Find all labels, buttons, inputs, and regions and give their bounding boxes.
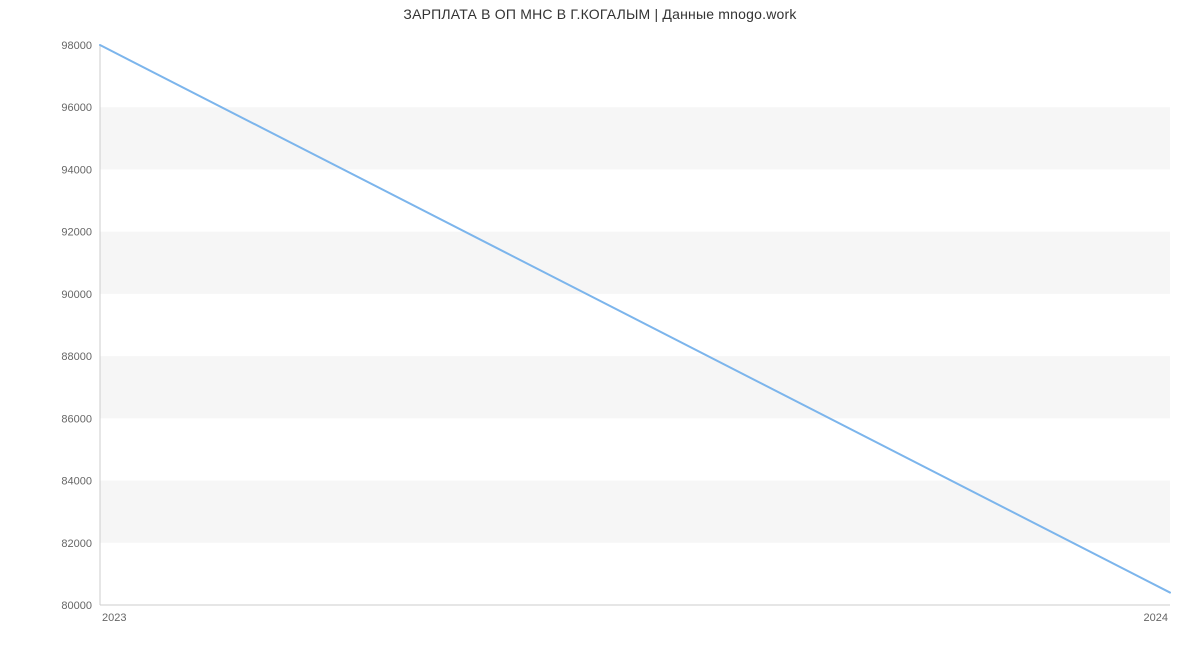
y-tick-label: 92000 (61, 227, 92, 239)
y-tick-label: 98000 (61, 40, 92, 52)
x-tick-label: 2024 (1144, 612, 1168, 624)
grid-band (100, 107, 1170, 169)
y-tick-label: 96000 (61, 102, 92, 114)
chart-container: ЗАРПЛАТА В ОП МНС В Г.КОГАЛЫМ | Данные m… (0, 0, 1200, 650)
y-tick-label: 88000 (61, 351, 92, 363)
grid-band (100, 356, 1170, 418)
y-tick-label: 84000 (61, 476, 92, 488)
y-tick-label: 82000 (61, 538, 92, 550)
grid-band (100, 232, 1170, 294)
grid-band (100, 481, 1170, 543)
y-tick-label: 94000 (61, 164, 92, 176)
plot-area: 8000082000840008600088000900009200094000… (100, 45, 1170, 605)
y-tick-label: 86000 (61, 413, 92, 425)
y-tick-label: 80000 (61, 600, 92, 612)
chart-svg: 8000082000840008600088000900009200094000… (100, 45, 1170, 631)
y-tick-label: 90000 (61, 289, 92, 301)
chart-title: ЗАРПЛАТА В ОП МНС В Г.КОГАЛЫМ | Данные m… (0, 6, 1200, 22)
x-tick-label: 2023 (102, 612, 126, 624)
